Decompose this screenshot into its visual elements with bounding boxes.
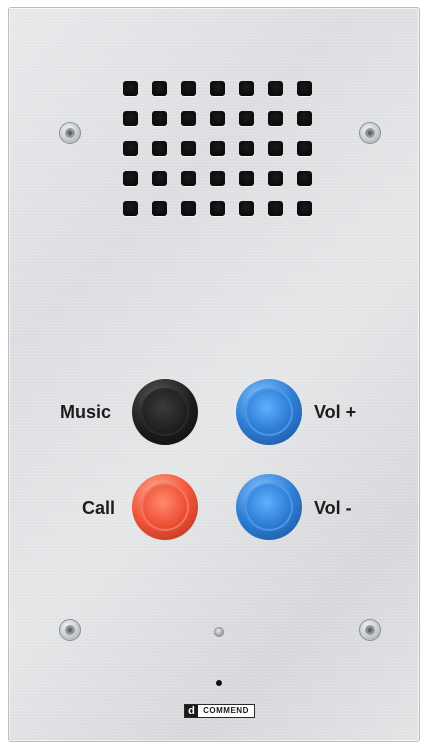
speaker-slot	[210, 141, 225, 156]
volume-up-label: Vol +	[314, 402, 357, 422]
music-button[interactable]	[132, 379, 198, 445]
speaker-slot	[297, 81, 312, 96]
speaker-slot	[152, 111, 167, 126]
call-label: Call	[82, 498, 116, 518]
speaker-slot	[123, 81, 138, 96]
speaker-slot	[181, 201, 196, 216]
speaker-slot	[123, 201, 138, 216]
music-label: Music	[60, 402, 112, 422]
speaker-slot	[297, 111, 312, 126]
speaker-slot	[210, 171, 225, 186]
speaker-slot	[181, 141, 196, 156]
speaker-slot	[210, 81, 225, 96]
speaker-slot	[210, 201, 225, 216]
call-button-cap	[141, 483, 189, 531]
music-button-cap	[141, 388, 189, 436]
speaker-slot	[239, 171, 254, 186]
screw-icon-top-right	[359, 122, 381, 144]
speaker-slot	[297, 141, 312, 156]
speaker-slot	[268, 201, 283, 216]
volume-down-label: Vol -	[314, 498, 352, 518]
speaker-slot	[152, 171, 167, 186]
speaker-slot	[297, 201, 312, 216]
volume-up-button-cap	[245, 388, 293, 436]
speaker-slot	[268, 111, 283, 126]
speaker-slot	[123, 171, 138, 186]
speaker-grille	[123, 81, 323, 219]
speaker-slot	[152, 201, 167, 216]
speaker-slot	[152, 141, 167, 156]
screw-icon-bottom-right	[359, 619, 381, 641]
speaker-slot	[239, 111, 254, 126]
speaker-slot	[268, 171, 283, 186]
screw-icon-top-left	[59, 122, 81, 144]
speaker-slot	[268, 81, 283, 96]
speaker-slot	[123, 141, 138, 156]
brand-name: COMMEND	[203, 706, 249, 715]
screw-icon-bottom-left	[59, 619, 81, 641]
volume-down-button-cap	[245, 483, 293, 531]
brand-mark: d	[185, 705, 198, 717]
led-indicator	[214, 627, 224, 637]
volume-down-button[interactable]	[236, 474, 302, 540]
speaker-slot	[181, 81, 196, 96]
brand-logo: d COMMEND	[184, 704, 255, 718]
speaker-slot	[297, 171, 312, 186]
speaker-slot	[268, 141, 283, 156]
speaker-slot	[181, 111, 196, 126]
call-button[interactable]	[132, 474, 198, 540]
speaker-slot	[152, 81, 167, 96]
speaker-slot	[239, 201, 254, 216]
speaker-slot	[239, 81, 254, 96]
speaker-slot	[181, 171, 196, 186]
volume-up-button[interactable]	[236, 379, 302, 445]
speaker-slot	[210, 111, 225, 126]
speaker-slot	[239, 141, 254, 156]
intercom-panel: Music Vol + Call Vol - d COMMEND	[8, 7, 420, 742]
microphone-hole	[216, 680, 222, 686]
speaker-slot	[123, 111, 138, 126]
